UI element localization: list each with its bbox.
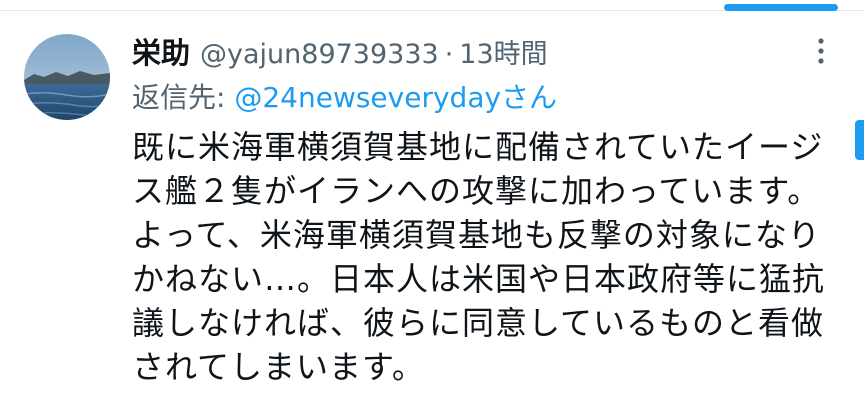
tweet-text-line: ス艦２隻がイランへの攻撃に加わっています。: [132, 172, 821, 210]
tweet-text: 既に米海軍横須賀基地に配備されていたイージ ス艦２隻がイランへの攻撃に加わってい…: [132, 125, 837, 389]
avatar[interactable]: [24, 34, 110, 120]
tweet-text-line: 議しなければ、彼らに同意しているものと看做: [132, 304, 825, 342]
tweet-text-line: されてしまいます。: [132, 348, 425, 386]
more-options-button[interactable]: [806, 34, 836, 68]
reply-context: 返信先: @24newseverydayさん: [132, 76, 557, 116]
tweet-view: 栄助 @yajun89739333 · 13時間 返信先: @24newseve…: [0, 0, 864, 410]
tweet-text-line: かねない…。日本人は米国や日本政府等に猛抗: [132, 260, 826, 298]
timestamp[interactable]: 13時間: [459, 32, 547, 71]
more-vertical-icon: [818, 38, 824, 64]
separator-dot: ·: [444, 39, 454, 70]
tweet-text-line: 既に米海軍横須賀基地に配備されていたイージ: [132, 128, 824, 166]
tweet-text-line: よって、米海軍横須賀基地も反撃の対象になり: [132, 216, 821, 254]
scrollbar-thumb[interactable]: [855, 120, 864, 160]
user-handle[interactable]: @yajun89739333: [200, 39, 439, 70]
display-name[interactable]: 栄助: [132, 30, 190, 72]
reply-label: 返信先:: [132, 81, 235, 114]
tweet-header: 栄助 @yajun89739333 · 13時間: [132, 30, 548, 70]
reply-target-link[interactable]: @24newseverydayさん: [234, 81, 557, 114]
active-tab-indicator: [724, 4, 838, 11]
avatar-landscape-image: [24, 34, 110, 120]
